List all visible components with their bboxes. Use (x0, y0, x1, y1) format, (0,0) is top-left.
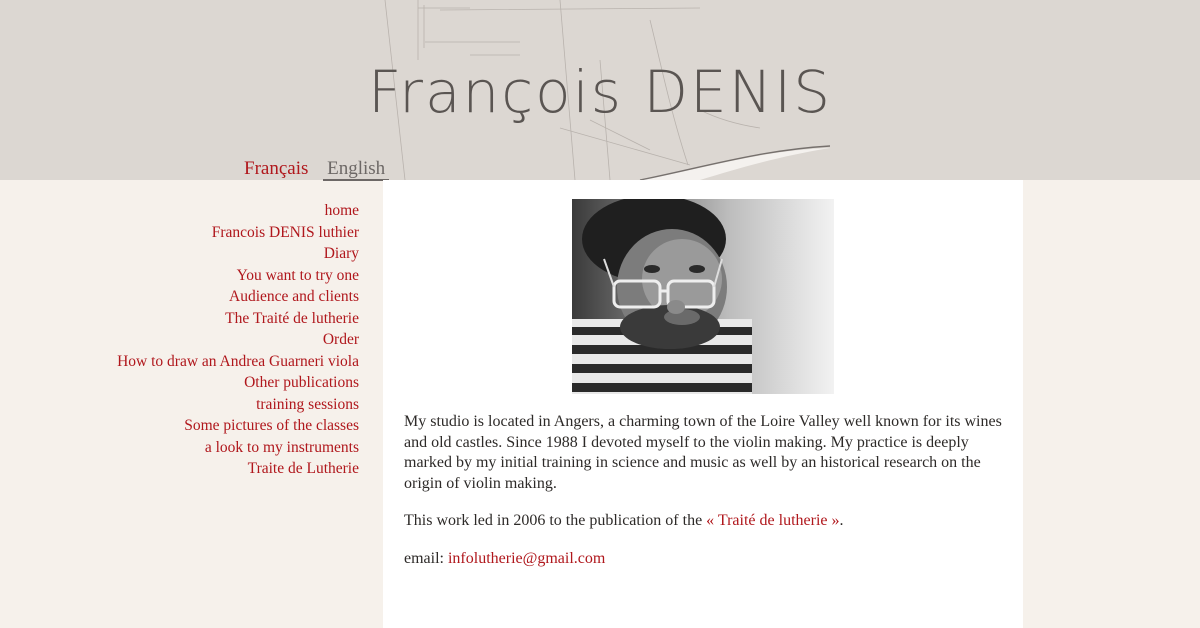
nav-link-home[interactable]: home (325, 202, 359, 219)
nav-item: Other publications (0, 372, 359, 394)
nav-link-francois-denis-luthier[interactable]: Francois DENIS luthier (212, 224, 359, 241)
nav-item: Diary (0, 243, 359, 265)
nav-link-audience-clients[interactable]: Audience and clients (229, 288, 359, 305)
site-title: François DENIS (367, 58, 833, 126)
nav-item: home (0, 200, 359, 222)
nav-item: Audience and clients (0, 286, 359, 308)
language-switcher: Français English (244, 158, 390, 181)
portrait-illustration (572, 199, 834, 394)
language-link-francais[interactable]: Français (244, 158, 308, 180)
nav-link-instruments[interactable]: a look to my instruments (205, 439, 359, 456)
intro-text: My studio is located in Angers, a charmi… (404, 412, 1004, 586)
nav-item: The Traité de lutherie (0, 308, 359, 330)
nav-link-traite-de-lutherie[interactable]: The Traité de lutherie (225, 310, 359, 327)
nav-link-class-pictures[interactable]: Some pictures of the classes (184, 417, 359, 434)
email-label: email: (404, 549, 448, 567)
nav-item: Traite de Lutherie (0, 458, 359, 480)
nav-link-order[interactable]: Order (323, 331, 359, 348)
intro-paragraph: My studio is located in Angers, a charmi… (404, 413, 1002, 492)
nav-item: Some pictures of the classes (0, 415, 359, 437)
nav-item: Francois DENIS luthier (0, 222, 359, 244)
nav-link-traite-lutherie-2[interactable]: Traite de Lutherie (248, 460, 359, 477)
language-link-english[interactable]: English (323, 158, 390, 181)
sidebar-nav: home Francois DENIS luthier Diary You wa… (0, 180, 383, 480)
nav-item: How to draw an Andrea Guarneri viola (0, 351, 359, 373)
nav-item: Order (0, 329, 359, 351)
publication-suffix: . (839, 512, 844, 529)
publication-text: This work led in 2006 to the publication… (404, 512, 707, 529)
nav-item: a look to my instruments (0, 437, 359, 459)
main-content: My studio is located in Angers, a charmi… (383, 180, 1023, 628)
traite-de-lutherie-link[interactable]: « Traité de lutherie » (706, 512, 839, 529)
nav-link-diary[interactable]: Diary (324, 245, 359, 262)
nav-link-other-publications[interactable]: Other publications (244, 374, 359, 391)
nav-link-training-sessions[interactable]: training sessions (256, 396, 359, 413)
email-link[interactable]: infolutherie@gmail.com (448, 550, 605, 567)
nav-link-guarneri-viola[interactable]: How to draw an Andrea Guarneri viola (117, 353, 359, 370)
nav-item: training sessions (0, 394, 359, 416)
nav-item: You want to try one (0, 265, 359, 287)
site-header: François DENIS (0, 0, 1200, 180)
nav-link-try-one[interactable]: You want to try one (237, 267, 359, 284)
email-paragraph: email: infolutherie@gmail.com (404, 549, 1004, 570)
portrait-photo (572, 199, 834, 394)
sidebar: home Francois DENIS luthier Diary You wa… (0, 180, 383, 628)
publication-paragraph: This work led in 2006 to the publication… (404, 511, 1004, 532)
